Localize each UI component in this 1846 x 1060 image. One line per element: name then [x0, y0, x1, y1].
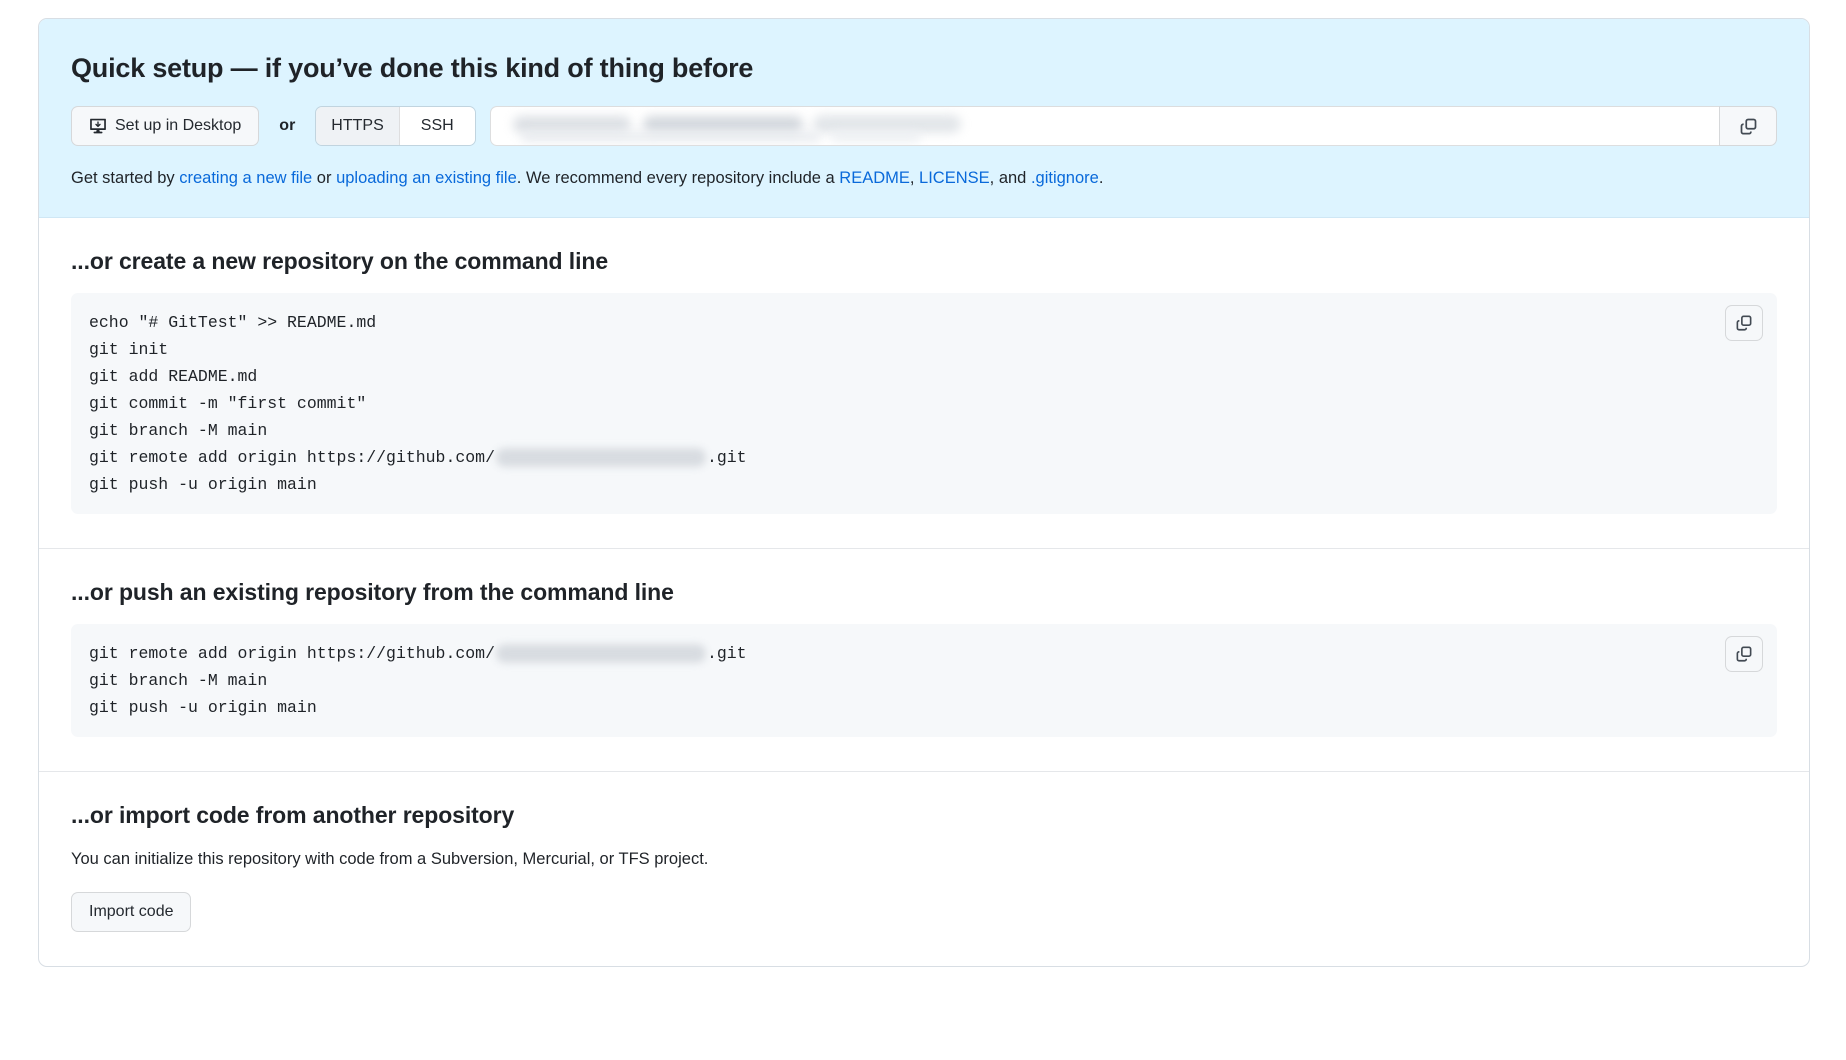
link-creating-a-new-file[interactable]: creating a new file	[179, 169, 312, 187]
code-text: .git	[706, 447, 747, 467]
link-gitignore[interactable]: .gitignore	[1031, 169, 1099, 187]
copy-clone-url-button[interactable]	[1719, 106, 1777, 146]
set-up-in-desktop-button[interactable]: Set up in Desktop	[71, 106, 260, 146]
code-text: git remote add origin https://github.com…	[89, 447, 495, 467]
get-started-note: Get started by creating a new file or up…	[71, 166, 1777, 191]
code-line: git remote add origin https://github.com…	[89, 640, 1759, 667]
import-code-section: ...or import code from another repositor…	[39, 770, 1809, 966]
redacted-url-block	[520, 131, 821, 142]
redacted-repo-path	[495, 643, 706, 663]
push-repository-section: ...or push an existing repository from t…	[39, 547, 1809, 771]
clone-url-input[interactable]	[489, 106, 1719, 146]
create-repository-section: ...or create a new repository on the com…	[39, 218, 1809, 548]
create-repository-title: ...or create a new repository on the com…	[71, 247, 609, 274]
code-text: git remote add origin https://github.com…	[89, 643, 495, 663]
link-readme[interactable]: README	[839, 169, 910, 187]
code-line: git push -u origin main	[89, 697, 317, 717]
repository-setup-card: Quick setup — if you’ve done this kind o…	[38, 18, 1810, 967]
create-repository-code-lines[interactable]: echo "# GitTest" >> README.md git init git…	[89, 309, 1759, 498]
note-sep2: , and	[989, 169, 1031, 187]
clone-url-group	[489, 106, 1777, 146]
link-uploading-an-existing-file[interactable]: uploading an existing file	[336, 169, 517, 187]
import-code-button[interactable]: Import code	[71, 891, 192, 932]
copy-icon	[1735, 645, 1753, 663]
code-line: git add README.md	[89, 366, 258, 386]
note-suffix: .	[1098, 169, 1104, 187]
quick-setup-controls-row: Set up in Desktop or HTTPS SSH	[71, 106, 1777, 146]
copy-push-commands-button[interactable]	[1725, 635, 1763, 672]
set-up-in-desktop-label: Set up in Desktop	[115, 117, 242, 134]
copy-icon	[1735, 314, 1753, 332]
desktop-download-icon	[89, 117, 107, 135]
redacted-url-block	[830, 131, 921, 142]
or-label: or	[279, 117, 296, 134]
copy-create-commands-button[interactable]	[1725, 304, 1763, 341]
code-line: git remote add origin https://github.com…	[89, 444, 1759, 471]
protocol-ssh-button[interactable]: SSH	[398, 107, 475, 145]
code-line: echo "# GitTest" >> README.md	[89, 312, 377, 332]
import-code-description: You can initialize this repository with …	[71, 849, 709, 868]
import-code-title: ...or import code from another repositor…	[71, 801, 515, 828]
note-mid2: . We recommend every repository include …	[516, 169, 840, 187]
link-license[interactable]: LICENSE	[919, 169, 990, 187]
protocol-https-button[interactable]: HTTPS	[316, 107, 399, 145]
protocol-toggle: HTTPS SSH	[315, 106, 476, 146]
code-line: git commit -m "first commit"	[89, 393, 367, 413]
push-repository-title: ...or push an existing repository from t…	[71, 578, 674, 605]
redacted-repo-path	[495, 447, 706, 467]
push-repository-code-lines[interactable]: git remote add origin https://github.com…	[89, 640, 1759, 721]
note-prefix: Get started by	[71, 169, 180, 187]
quick-setup-title: Quick setup — if you’ve done this kind o…	[71, 53, 754, 83]
note-sep1: ,	[909, 169, 920, 187]
code-text: .git	[706, 643, 747, 663]
code-line: git init	[89, 339, 169, 359]
note-mid1: or	[312, 169, 337, 187]
quick-setup-page: Quick setup — if you’ve done this kind o…	[0, 0, 1846, 1060]
quick-setup-banner: Quick setup — if you’ve done this kind o…	[39, 19, 1809, 218]
copy-icon	[1739, 117, 1758, 136]
code-line: git push -u origin main	[89, 474, 317, 494]
push-repository-code-block: git remote add origin https://github.com…	[71, 623, 1777, 737]
code-line: git branch -M main	[89, 420, 268, 440]
create-repository-code-block: echo "# GitTest" >> README.md git init git…	[71, 292, 1777, 514]
code-line: git branch -M main	[89, 670, 268, 690]
